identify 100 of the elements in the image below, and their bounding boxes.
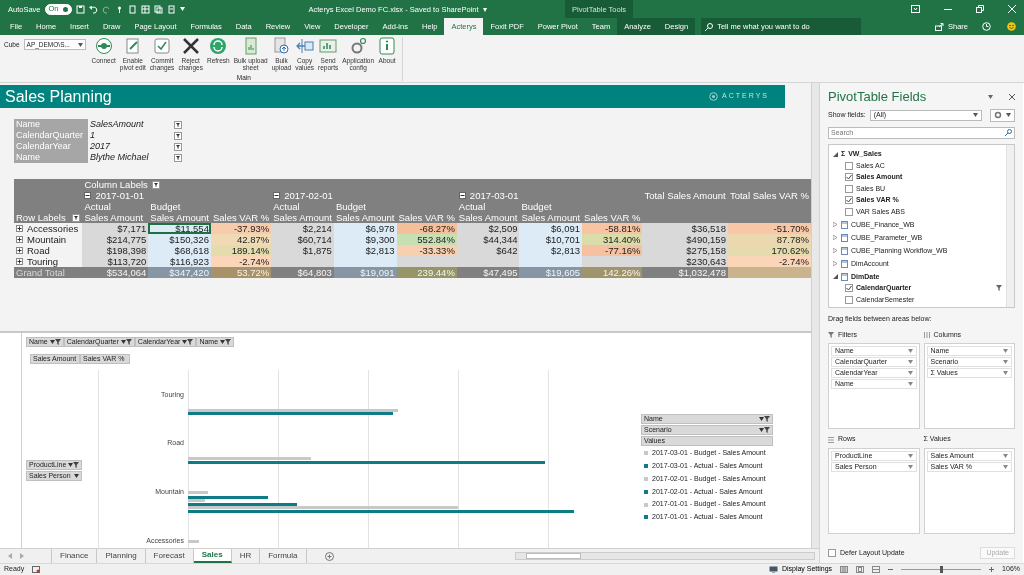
table-cell: $9,300 — [333, 234, 397, 245]
filter-dropdown-icon[interactable] — [151, 180, 160, 189]
measure-header: Sales Amount — [458, 212, 518, 223]
zoom-slider-thumb[interactable] — [939, 566, 943, 573]
table-cell: -51.70% — [727, 223, 811, 234]
page-layout-icon[interactable] — [856, 566, 865, 573]
table-cell: 170.62% — [727, 245, 811, 256]
normal-view-icon[interactable] — [840, 566, 849, 573]
filter-field-label: CalendarYear — [14, 141, 88, 152]
check-icon — [846, 174, 852, 181]
checkbox[interactable] — [845, 173, 853, 182]
caret-icon[interactable] — [1006, 113, 1011, 118]
collapse-icon[interactable] — [84, 192, 92, 199]
filter-icon — [828, 332, 834, 339]
collapsed-triangle-icon[interactable] — [833, 248, 838, 254]
checkbox[interactable] — [845, 295, 853, 304]
undo-icon[interactable] — [88, 4, 98, 14]
table-cell: $534,064 — [82, 267, 149, 278]
scenario-header: Budget — [521, 201, 552, 212]
check-icon — [846, 197, 852, 204]
collapsed-triangle-icon[interactable] — [833, 222, 838, 228]
collapsed-triangle-icon[interactable] — [833, 235, 838, 241]
checkbox[interactable] — [845, 161, 853, 170]
sheet-tab[interactable]: Sales — [193, 549, 232, 564]
caret-icon[interactable] — [220, 340, 226, 345]
caret-icon[interactable] — [759, 428, 764, 433]
table-cell: $6,091 — [519, 223, 583, 234]
expand-icon[interactable] — [16, 225, 23, 232]
scenario-header: Actual — [458, 201, 486, 212]
tree-scrollbar[interactable] — [1006, 144, 1014, 307]
macro-record-icon[interactable] — [32, 566, 41, 573]
caret-icon[interactable] — [74, 474, 79, 479]
table-cell: 53.72% — [210, 267, 272, 278]
table-icon — [841, 246, 848, 255]
restore-icon[interactable] — [976, 5, 984, 13]
add-sheet-icon[interactable] — [324, 551, 334, 561]
caret-icon[interactable] — [77, 42, 83, 47]
new-document-icon[interactable] — [127, 4, 137, 14]
customize-caret-icon[interactable] — [179, 7, 185, 11]
collapsed-triangle-icon[interactable] — [833, 261, 838, 267]
page-break-icon[interactable] — [872, 566, 881, 573]
table-cell: $2,509 — [456, 223, 520, 234]
save-icon[interactable] — [75, 4, 85, 14]
zoom-in-icon[interactable] — [989, 567, 995, 572]
checkbox[interactable] — [845, 284, 853, 293]
expand-icon[interactable] — [16, 236, 23, 243]
smiley-icon[interactable] — [1007, 22, 1016, 31]
table-cell: $1,875 — [271, 245, 334, 256]
caret-icon[interactable] — [759, 417, 764, 422]
table-cell: $68,618 — [148, 245, 211, 256]
scenario-header: Budget — [335, 201, 366, 212]
table-cell: -2.74% — [210, 256, 272, 267]
filter-field-label: Name — [14, 119, 88, 130]
caret-icon[interactable] — [120, 340, 126, 345]
caret-icon[interactable] — [182, 340, 188, 345]
table-cell: $47,495 — [456, 267, 520, 278]
collapse-icon[interactable] — [458, 192, 466, 199]
caret-icon[interactable] — [973, 113, 978, 118]
checkbox[interactable] — [845, 184, 853, 193]
expand-icon[interactable] — [16, 258, 23, 265]
caret-icon[interactable] — [49, 340, 55, 345]
table-cell: $214,775 — [82, 234, 149, 245]
history-icon[interactable] — [982, 22, 991, 31]
columns-icon — [923, 332, 930, 339]
expanded-triangle-icon[interactable] — [833, 274, 838, 280]
document-icon[interactable] — [153, 4, 163, 14]
measure-header: Sales Amount — [521, 212, 581, 223]
table-icon — [841, 259, 848, 268]
caret-icon[interactable] — [988, 94, 993, 99]
rows-icon — [828, 436, 834, 443]
checkbox[interactable] — [828, 548, 836, 557]
expanded-triangle-icon[interactable] — [833, 151, 838, 157]
filter-icon[interactable] — [73, 462, 80, 469]
collapse-icon[interactable] — [273, 192, 281, 199]
filter-icon[interactable] — [54, 339, 61, 346]
table-icon[interactable] — [140, 4, 150, 14]
filter-dropdown-icon[interactable] — [72, 213, 81, 222]
column-labels-header: Column Labels — [84, 179, 148, 190]
filter-dropdown-icon[interactable] — [174, 120, 182, 129]
column-header: Total Sales Amount — [642, 190, 728, 201]
settings-button[interactable] — [990, 108, 1015, 122]
scenario-header: Actual — [273, 201, 300, 212]
filter-dropdown-icon[interactable] — [174, 131, 182, 140]
zoom-out-icon[interactable] — [888, 567, 894, 572]
checkbox[interactable] — [845, 207, 853, 216]
table-cell: 42.87% — [210, 234, 272, 245]
table-icon — [841, 233, 848, 242]
filter-icon[interactable] — [187, 339, 194, 346]
horizontal-scrollbar[interactable] — [515, 552, 815, 561]
filter-dropdown-icon[interactable] — [174, 142, 182, 151]
expand-icon[interactable] — [16, 247, 23, 254]
vertical-scrollbar[interactable] — [811, 83, 819, 549]
close-icon[interactable] — [1009, 93, 1015, 100]
cross-icon — [181, 37, 200, 55]
filter-icon[interactable] — [225, 339, 232, 346]
ribbon-display-icon[interactable] — [911, 5, 920, 13]
checkbox[interactable] — [845, 196, 853, 205]
document-icon[interactable] — [166, 4, 176, 14]
filter-dropdown-icon[interactable] — [174, 153, 182, 162]
filter-icon[interactable] — [125, 339, 132, 346]
